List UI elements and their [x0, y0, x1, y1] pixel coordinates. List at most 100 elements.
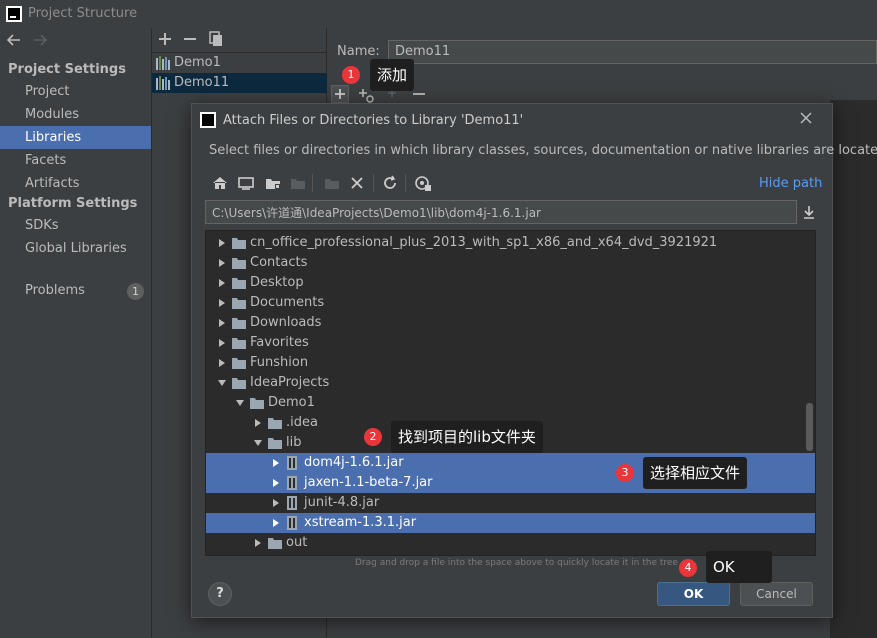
- toolbar-separator: [373, 174, 374, 192]
- nav-item-project[interactable]: Project: [0, 80, 151, 103]
- jar-file-icon: [286, 496, 298, 510]
- remove-icon[interactable]: [183, 32, 197, 46]
- library-name-input[interactable]: Demo11: [388, 40, 877, 64]
- jar-file-icon: [286, 476, 298, 490]
- nav-item-modules[interactable]: Modules: [0, 103, 151, 126]
- title-bar: Project Structure: [0, 0, 877, 28]
- tree-row-jar[interactable]: xstream-1.3.1.jar: [206, 513, 815, 533]
- expand-right-icon[interactable]: [272, 499, 280, 507]
- hide-path-link[interactable]: Hide path: [759, 176, 822, 191]
- tree-row-folder[interactable]: Favorites: [206, 333, 815, 353]
- copy-icon[interactable]: [209, 31, 223, 47]
- close-icon[interactable]: [798, 110, 814, 126]
- nav-item-artifacts[interactable]: Artifacts: [0, 172, 151, 195]
- annotation-label-2: 找到项目的lib文件夹: [391, 421, 543, 453]
- expand-right-icon[interactable]: [218, 299, 226, 307]
- module-folder-icon: [289, 174, 307, 192]
- expand-right-icon[interactable]: [218, 319, 226, 327]
- desktop-icon[interactable]: [237, 174, 255, 192]
- tree-row-label: Funshion: [250, 355, 309, 370]
- forward-arrow-icon[interactable]: [32, 32, 48, 48]
- expand-right-icon[interactable]: [218, 259, 226, 267]
- tree-row-folder[interactable]: Documents: [206, 293, 815, 313]
- settings-sidebar: Project Settings Project Modules Librari…: [0, 28, 152, 638]
- roots-panel: [830, 100, 877, 638]
- expand-right-icon[interactable]: [254, 539, 262, 547]
- project-folder-icon[interactable]: [264, 174, 282, 192]
- tree-row-folder[interactable]: Contacts: [206, 253, 815, 273]
- folder-icon: [232, 237, 246, 249]
- intellij-logo-icon: [200, 112, 216, 128]
- library-item-demo11[interactable]: Demo11: [152, 73, 327, 93]
- attach-add-button[interactable]: [331, 85, 349, 103]
- library-label: Demo11: [174, 75, 230, 90]
- file-tree[interactable]: cn_office_professional_plus_2013_with_sp…: [205, 230, 816, 556]
- expand-right-icon[interactable]: [254, 419, 262, 427]
- delete-icon[interactable]: [348, 174, 366, 192]
- name-label: Name:: [337, 44, 380, 59]
- nav-item-facets[interactable]: Facets: [0, 149, 151, 172]
- folder-icon: [232, 357, 246, 369]
- expand-right-icon[interactable]: [218, 359, 226, 367]
- add-icon[interactable]: [158, 32, 172, 46]
- platform-settings-heading: Platform Settings: [8, 196, 138, 211]
- back-arrow-icon[interactable]: [6, 32, 22, 48]
- path-input[interactable]: C:\Users\许道通\IdeaProjects\Demo1\lib\dom4…: [205, 200, 797, 224]
- annotation-marker-2: 2: [364, 428, 382, 446]
- tree-row-label: out: [286, 535, 308, 550]
- tree-row-label: IdeaProjects: [250, 375, 330, 390]
- tree-row-label: lib: [286, 435, 302, 450]
- tree-row-folder[interactable]: IdeaProjects: [206, 373, 815, 393]
- library-item-demo1[interactable]: Demo1: [152, 53, 327, 73]
- download-icon[interactable]: [801, 204, 817, 220]
- expand-right-icon[interactable]: [218, 279, 226, 287]
- drag-drop-hint: Drag and drop a file into the space abov…: [355, 558, 678, 568]
- tree-row-folder[interactable]: Desktop: [206, 273, 815, 293]
- tree-row-folder[interactable]: cn_office_professional_plus_2013_with_sp…: [206, 233, 815, 253]
- expand-right-icon[interactable]: [272, 519, 280, 527]
- expand-down-icon[interactable]: [218, 379, 226, 387]
- tree-row-label: dom4j-1.6.1.jar: [304, 455, 404, 470]
- expand-right-icon[interactable]: [272, 479, 280, 487]
- tree-row-label: Contacts: [250, 255, 308, 270]
- tree-scrollbar[interactable]: [806, 403, 813, 451]
- expand-down-icon[interactable]: [254, 439, 262, 447]
- cancel-button[interactable]: Cancel: [740, 582, 813, 606]
- dialog-description: Select files or directories in which lib…: [209, 143, 877, 158]
- expand-right-icon[interactable]: [218, 339, 226, 347]
- new-folder-icon: [323, 174, 341, 192]
- home-icon[interactable]: [211, 174, 229, 192]
- nav-item-sdks[interactable]: SDKs: [0, 214, 151, 237]
- tree-row-folder[interactable]: Funshion: [206, 353, 815, 373]
- expand-right-icon[interactable]: [218, 239, 226, 247]
- nav-item-global-libraries[interactable]: Global Libraries: [0, 237, 151, 260]
- nav-item-libraries[interactable]: Libraries: [0, 126, 151, 149]
- tree-row-folder[interactable]: Downloads: [206, 313, 815, 333]
- jar-file-icon: [286, 456, 298, 470]
- folder-icon: [232, 337, 246, 349]
- tree-row-label: junit-4.8.jar: [304, 495, 380, 510]
- toolbar-separator: [405, 174, 406, 192]
- expand-down-icon[interactable]: [236, 399, 244, 407]
- tree-row-label: Downloads: [250, 315, 322, 330]
- tree-row-folder[interactable]: out: [206, 533, 815, 553]
- tree-row-label: Favorites: [250, 335, 309, 350]
- show-hidden-icon[interactable]: [414, 174, 432, 192]
- tree-row-label: cn_office_professional_plus_2013_with_sp…: [250, 235, 718, 250]
- tree-row-label: xstream-1.3.1.jar: [304, 515, 417, 530]
- folder-icon: [232, 277, 246, 289]
- folder-icon: [232, 257, 246, 269]
- toolbar-separator: [312, 174, 313, 192]
- ok-button[interactable]: OK: [657, 582, 730, 606]
- folder-icon: [232, 377, 246, 389]
- folder-icon: [268, 537, 282, 549]
- library-icon: [156, 56, 170, 70]
- tree-row-label: jaxen-1.1-beta-7.jar: [304, 475, 433, 490]
- help-button[interactable]: ?: [208, 582, 232, 606]
- tree-row-folder[interactable]: Demo1: [206, 393, 815, 413]
- tree-row-jar[interactable]: junit-4.8.jar: [206, 493, 815, 513]
- refresh-icon[interactable]: [381, 174, 399, 192]
- expand-right-icon[interactable]: [272, 459, 280, 467]
- problems-count-badge: 1: [127, 283, 144, 300]
- remove-root-icon[interactable]: [412, 87, 426, 101]
